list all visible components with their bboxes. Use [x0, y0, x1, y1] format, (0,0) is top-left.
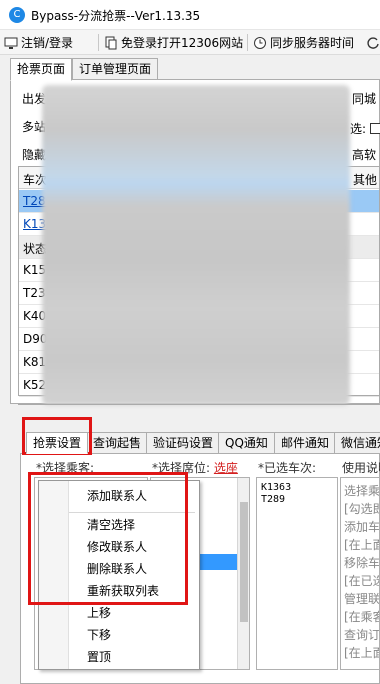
window-title: Bypass-分流抢票--Ver1.13.35 — [31, 9, 201, 23]
scrollbar-thumb[interactable] — [240, 502, 248, 622]
refresh-icon — [366, 36, 380, 50]
sync-time-button[interactable]: 同步服务器时间 — [253, 33, 354, 52]
logout-button[interactable]: 注销/登录 — [4, 33, 73, 52]
refresh-button[interactable] — [366, 33, 380, 52]
same-city-label: 同城 — [352, 92, 377, 106]
tab-qq-notify[interactable]: QQ通知 — [218, 432, 275, 454]
open-12306-label: 免登录打开12306网站 — [121, 36, 244, 50]
menu-item-move-down[interactable]: 下移 — [39, 624, 199, 646]
help-line: [在上面 — [344, 538, 379, 552]
selected-train[interactable]: T289 — [261, 494, 285, 505]
sync-time-label: 同步服务器时间 — [270, 36, 355, 50]
copy-icon — [104, 36, 118, 50]
highlight-box-context-menu — [28, 472, 188, 605]
redacted-area — [42, 85, 350, 405]
tab-query-sale[interactable]: 查询起售 — [86, 432, 149, 454]
tab-captcha-settings[interactable]: 验证码设置 — [146, 432, 221, 454]
help-line: [在上面 — [344, 646, 379, 660]
selected-trains-label: *已选车次: — [258, 461, 317, 475]
toolbar-divider — [98, 34, 99, 51]
tab-order-management[interactable]: 订单管理页面 — [72, 58, 159, 80]
help-line: 移除车 — [344, 556, 380, 570]
help-line: 添加车 — [344, 520, 380, 534]
tab-ticket-settings[interactable]: 抢票设置 — [26, 432, 89, 454]
usage-help-box: 选择乘客 [勾选即 添加车 [在上面 移除车 [在已选 管理联 [在乘客 查询订… — [340, 477, 380, 670]
help-line: [勾选即 — [344, 502, 379, 516]
tab-ticket-page[interactable]: 抢票页面 — [10, 58, 73, 81]
monitor-icon — [4, 36, 18, 50]
logout-label: 注销/登录 — [21, 36, 74, 50]
help-line: 选择乘客 — [344, 484, 380, 498]
select-label-text: 选: — [350, 122, 367, 136]
header-other: 其他 — [353, 173, 378, 187]
choose-seat-link[interactable]: 选座 — [214, 461, 238, 475]
app-icon: C — [9, 7, 25, 23]
main-tabs: 抢票页面 订单管理页面 — [10, 58, 380, 81]
clock-icon — [253, 36, 267, 50]
title-bar: C Bypass-分流抢票--Ver1.13.35 — [0, 0, 380, 30]
selected-train[interactable]: K1363 — [261, 482, 291, 493]
tab-email-notify[interactable]: 邮件通知 — [274, 432, 337, 454]
usage-label: 使用说明 — [342, 461, 380, 475]
toolbar: 注销/登录 免登录打开12306网站 同步服务器时间 — [0, 30, 380, 55]
help-line: 管理联 — [344, 592, 380, 606]
tab-wechat-notify[interactable]: 微信通知 — [334, 432, 380, 454]
high-soft-label: 高软 — [352, 148, 377, 162]
help-line: [在乘客 — [344, 610, 379, 624]
seat-list-scrollbar[interactable] — [237, 478, 249, 669]
open-12306-button[interactable]: 免登录打开12306网站 — [104, 33, 243, 52]
selected-trains-list[interactable]: K1363 T289 — [256, 477, 338, 670]
help-line: [在已选 — [344, 574, 379, 588]
toolbar-divider — [247, 34, 248, 51]
menu-item-move-up[interactable]: 上移 — [39, 602, 199, 624]
select-label: 选: — [350, 120, 380, 137]
select-checkbox[interactable] — [369, 123, 380, 134]
help-line: 查询订 — [344, 628, 380, 642]
menu-item-pin-top[interactable]: 置顶 — [39, 646, 199, 668]
